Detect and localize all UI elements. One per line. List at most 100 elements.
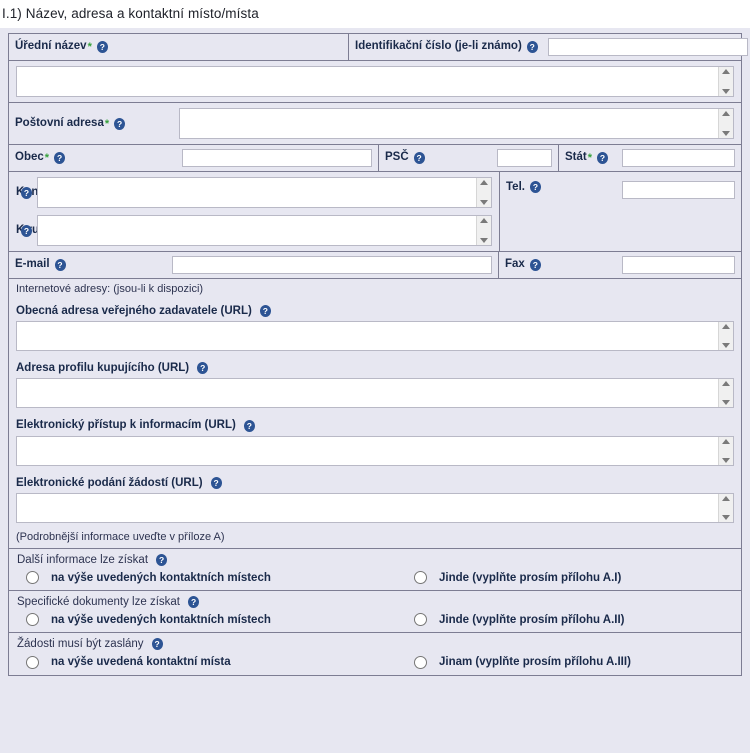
help-icon-city[interactable]: ? — [54, 152, 66, 164]
scroll-up-icon[interactable] — [722, 495, 730, 501]
postal-address-input[interactable] — [180, 109, 718, 138]
help-icon-general-address[interactable]: ? — [259, 305, 271, 318]
contact-points-input[interactable] — [38, 178, 476, 207]
general-address-textarea-wrap — [16, 321, 734, 352]
radio-input-further-information-contact-points[interactable] — [26, 571, 39, 585]
phone-input[interactable] — [622, 181, 735, 199]
radio-group-specific-documents: Specifické dokumenty lze získat ? na výš… — [9, 591, 741, 632]
help-icon-official-name[interactable]: ? — [96, 41, 108, 53]
scroll-up-icon[interactable] — [722, 438, 730, 444]
form-page-body: Úřední název * ? Identifikační číslo (je-… — [0, 28, 750, 753]
state-input[interactable] — [622, 149, 735, 167]
scroll-down-icon[interactable] — [722, 89, 730, 94]
contact-points-column: Kontaktní místa ? K rukám ? — [9, 172, 500, 251]
scroll-down-icon[interactable] — [722, 400, 730, 406]
help-icon-attention[interactable]: ? — [21, 224, 32, 237]
help-icon-electronic-access[interactable]: ? — [243, 419, 255, 432]
electronic-access-scrollbar[interactable] — [718, 436, 733, 465]
label-electronic-access: Elektronický přístup k informacím (URL) — [16, 419, 236, 432]
city-input[interactable] — [182, 149, 372, 167]
electronic-submission-scrollbar[interactable] — [718, 493, 733, 522]
help-icon-postal-code[interactable]: ? — [413, 152, 425, 164]
row-further-information: Další informace lze získat ? na výše uve… — [9, 549, 741, 592]
label-general-address: Obecná adresa veřejného zadavatele (URL) — [16, 305, 252, 317]
radio-option-specific-documents-elsewhere[interactable]: Jinde (vyplňte prosím přílohu A.II) — [406, 613, 625, 627]
row-official-name-input — [9, 61, 741, 103]
label-postal-address: Poštovní adresa — [15, 116, 104, 129]
label-identification-number: Identifikační číslo (je-li známo) — [355, 40, 522, 53]
help-icon-further-information[interactable]: ? — [156, 553, 168, 566]
help-icon-applications-sent-to[interactable]: ? — [151, 638, 163, 651]
scroll-down-icon[interactable] — [722, 131, 730, 136]
label-city: Obec — [15, 151, 44, 164]
general-address-scrollbar[interactable] — [718, 322, 733, 351]
scroll-down-icon[interactable] — [480, 200, 488, 205]
row-applications-sent-to: Žádosti musí být zaslány ? na výše uvede… — [9, 633, 741, 674]
radio-input-applications-contact-points[interactable] — [26, 655, 39, 669]
contact-details-form: Úřední název * ? Identifikační číslo (je-… — [8, 33, 748, 676]
attention-input[interactable] — [38, 216, 476, 245]
scroll-down-icon[interactable] — [722, 457, 730, 463]
buyer-profile-input[interactable] — [17, 379, 718, 408]
radio-input-applications-elsewhere[interactable] — [414, 655, 427, 669]
radio-input-specific-documents-elsewhere[interactable] — [414, 613, 427, 627]
scroll-up-icon[interactable] — [722, 324, 730, 330]
radio-option-applications-contact-points[interactable]: na výše uvedená kontaktní místa — [16, 655, 406, 669]
heading-applications-sent-to: Žádosti musí být zaslány — [17, 638, 144, 651]
postal-address-scrollbar[interactable] — [718, 109, 733, 138]
label-email: E-mail — [15, 258, 50, 271]
help-icon-buyer-profile[interactable]: ? — [197, 362, 209, 375]
cell-postal-address-field — [179, 103, 741, 144]
scroll-down-icon[interactable] — [480, 238, 488, 243]
help-icon-contact-points[interactable]: ? — [21, 186, 32, 199]
scroll-up-icon[interactable] — [722, 111, 730, 116]
url-block-general-address: Obecná adresa veřejného zadavatele (URL)… — [9, 298, 741, 355]
help-icon-fax[interactable]: ? — [529, 259, 541, 271]
help-icon-identification-number[interactable]: ? — [526, 41, 538, 53]
radio-input-specific-documents-contact-points[interactable] — [26, 613, 39, 627]
scroll-up-icon[interactable] — [722, 381, 730, 387]
electronic-submission-input[interactable] — [17, 493, 718, 522]
radio-input-further-information-elsewhere[interactable] — [414, 571, 427, 585]
fax-input[interactable] — [622, 256, 735, 274]
cell-official-name-label: Úřední název * ? — [9, 34, 349, 60]
postal-code-input[interactable] — [497, 149, 552, 167]
url-block-electronic-submission: Elektronické podání žádostí (URL) ? — [9, 470, 741, 527]
scroll-down-icon[interactable] — [722, 343, 730, 349]
radio-option-further-information-elsewhere[interactable]: Jinde (vyplňte prosím přílohu A.I) — [406, 571, 621, 585]
help-icon-phone[interactable]: ? — [529, 181, 541, 193]
scroll-up-icon[interactable] — [480, 180, 488, 185]
help-icon-state[interactable]: ? — [597, 152, 609, 164]
scroll-up-icon[interactable] — [722, 69, 730, 74]
radio-option-specific-documents-contact-points[interactable]: na výše uvedených kontaktních místech — [16, 613, 406, 627]
options-applications-sent-to: na výše uvedená kontaktní místa Jinam (v… — [16, 655, 734, 669]
row-contact-points-phone: Kontaktní místa ? K rukám ? — [9, 172, 741, 252]
official-name-scrollbar[interactable] — [718, 67, 733, 96]
email-input[interactable] — [172, 256, 492, 274]
scroll-down-icon[interactable] — [722, 514, 730, 520]
radio-option-applications-elsewhere[interactable]: Jinam (vyplňte prosím přílohu A.III) — [406, 655, 631, 669]
cell-city: Obec * ? — [9, 145, 379, 171]
general-address-input[interactable] — [17, 322, 718, 351]
official-name-input[interactable] — [17, 67, 718, 96]
buyer-profile-scrollbar[interactable] — [718, 379, 733, 408]
radio-label-specific-documents-contact-points: na výše uvedených kontaktních místech — [51, 613, 271, 626]
help-icon-email[interactable]: ? — [54, 259, 66, 271]
electronic-access-input[interactable] — [17, 436, 718, 465]
identification-number-input[interactable] — [547, 38, 748, 56]
help-icon-postal-address[interactable]: ? — [114, 117, 126, 130]
contact-points-scrollbar[interactable] — [476, 178, 491, 207]
attention-textarea-wrap — [37, 215, 492, 246]
required-marker-city: * — [44, 152, 50, 164]
scroll-up-icon[interactable] — [480, 218, 488, 223]
radio-option-further-information-contact-points[interactable]: na výše uvedených kontaktních místech — [16, 571, 406, 585]
help-icon-electronic-submission[interactable]: ? — [210, 476, 222, 489]
options-specific-documents: na výše uvedených kontaktních místech Ji… — [16, 613, 734, 627]
postal-address-textarea-wrap — [179, 108, 734, 139]
help-icon-specific-documents[interactable]: ? — [188, 596, 200, 609]
heading-row-further-information: Další informace lze získat ? — [17, 554, 734, 567]
electronic-access-textarea-wrap — [16, 435, 734, 466]
label-row-electronic-submission: Elektronické podání žádostí (URL) ? — [16, 477, 734, 490]
attention-scrollbar[interactable] — [476, 216, 491, 245]
row-specific-documents: Specifické dokumenty lze získat ? na výš… — [9, 591, 741, 634]
